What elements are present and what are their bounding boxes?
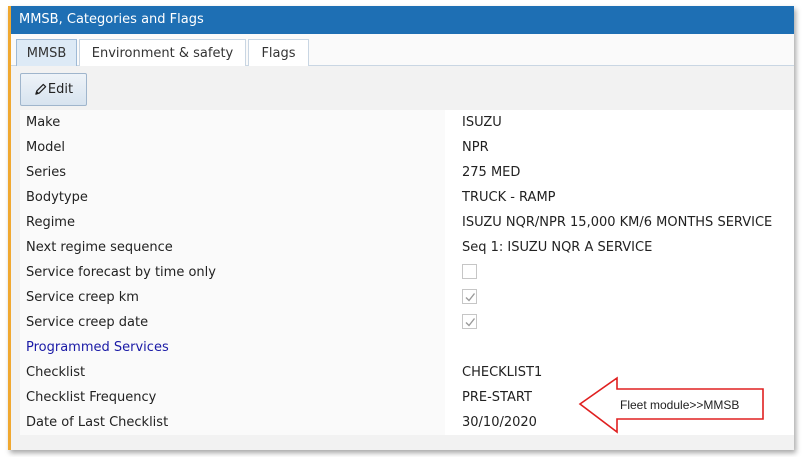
regime-value: ISUZU NQR/NPR 15,000 KM/6 MONTHS SERVICE [445,210,794,235]
row-next-regime-sequence: Next regime sequence Seq 1: ISUZU NQR A … [20,235,794,260]
service-forecast-by-time-only-checkbox [462,264,477,279]
bodytype-label: Bodytype [20,185,445,210]
regime-label: Regime [20,210,445,235]
checkmark-icon [465,318,476,327]
service-creep-date-value [445,310,794,335]
row-model: Model NPR [20,135,794,160]
service-creep-km-checkbox [462,289,477,304]
pencil-icon [35,83,47,95]
service-creep-date-label: Service creep date [20,310,445,335]
row-series: Series 275 MED [20,160,794,185]
next-regime-sequence-label: Next regime sequence [20,235,445,260]
row-bodytype: Bodytype TRUCK - RAMP [20,185,794,210]
row-service-creep-date: Service creep date [20,310,794,335]
series-label: Series [20,160,445,185]
row-service-forecast-by-time-only: Service forecast by time only [20,260,794,285]
edit-button-label: Edit [47,82,74,97]
bodytype-value: TRUCK - RAMP [445,185,794,210]
row-regime: Regime ISUZU NQR/NPR 15,000 KM/6 MONTHS … [20,210,794,235]
model-label: Model [20,135,445,160]
tab-mmsb[interactable]: MMSB [16,39,77,67]
annotation-text: Fleet module>>MMSB [620,398,740,412]
programmed-services-value [445,335,794,360]
service-forecast-by-time-only-value [445,260,794,285]
checklist-frequency-label: Checklist Frequency [20,385,445,410]
service-forecast-by-time-only-label: Service forecast by time only [20,260,445,285]
row-service-creep-km: Service creep km [20,285,794,310]
make-label: Make [20,110,445,135]
row-programmed-services: Programmed Services [20,335,794,360]
date-of-last-checklist-label: Date of Last Checklist [20,410,445,435]
toolbar: Edit [11,66,794,110]
tab-bar: MMSB Environment & safety Flags [11,34,794,67]
make-value: ISUZU [445,110,794,135]
programmed-services-link[interactable]: Programmed Services [20,335,445,360]
next-regime-sequence-value: Seq 1: ISUZU NQR A SERVICE [445,235,794,260]
checkmark-icon [465,293,476,302]
checklist-label: Checklist [20,360,445,385]
series-value: 275 MED [445,160,794,185]
service-creep-date-checkbox [462,314,477,329]
annotation-callout: Fleet module>>MMSB [578,376,768,436]
edit-button[interactable]: Edit [20,73,87,106]
model-value: NPR [445,135,794,160]
tab-flags[interactable]: Flags [248,39,309,67]
row-make: Make ISUZU [20,110,794,135]
service-creep-km-value [445,285,794,310]
window-title: MMSB, Categories and Flags [11,6,794,34]
tab-environment-safety[interactable]: Environment & safety [79,39,246,67]
service-creep-km-label: Service creep km [20,285,445,310]
